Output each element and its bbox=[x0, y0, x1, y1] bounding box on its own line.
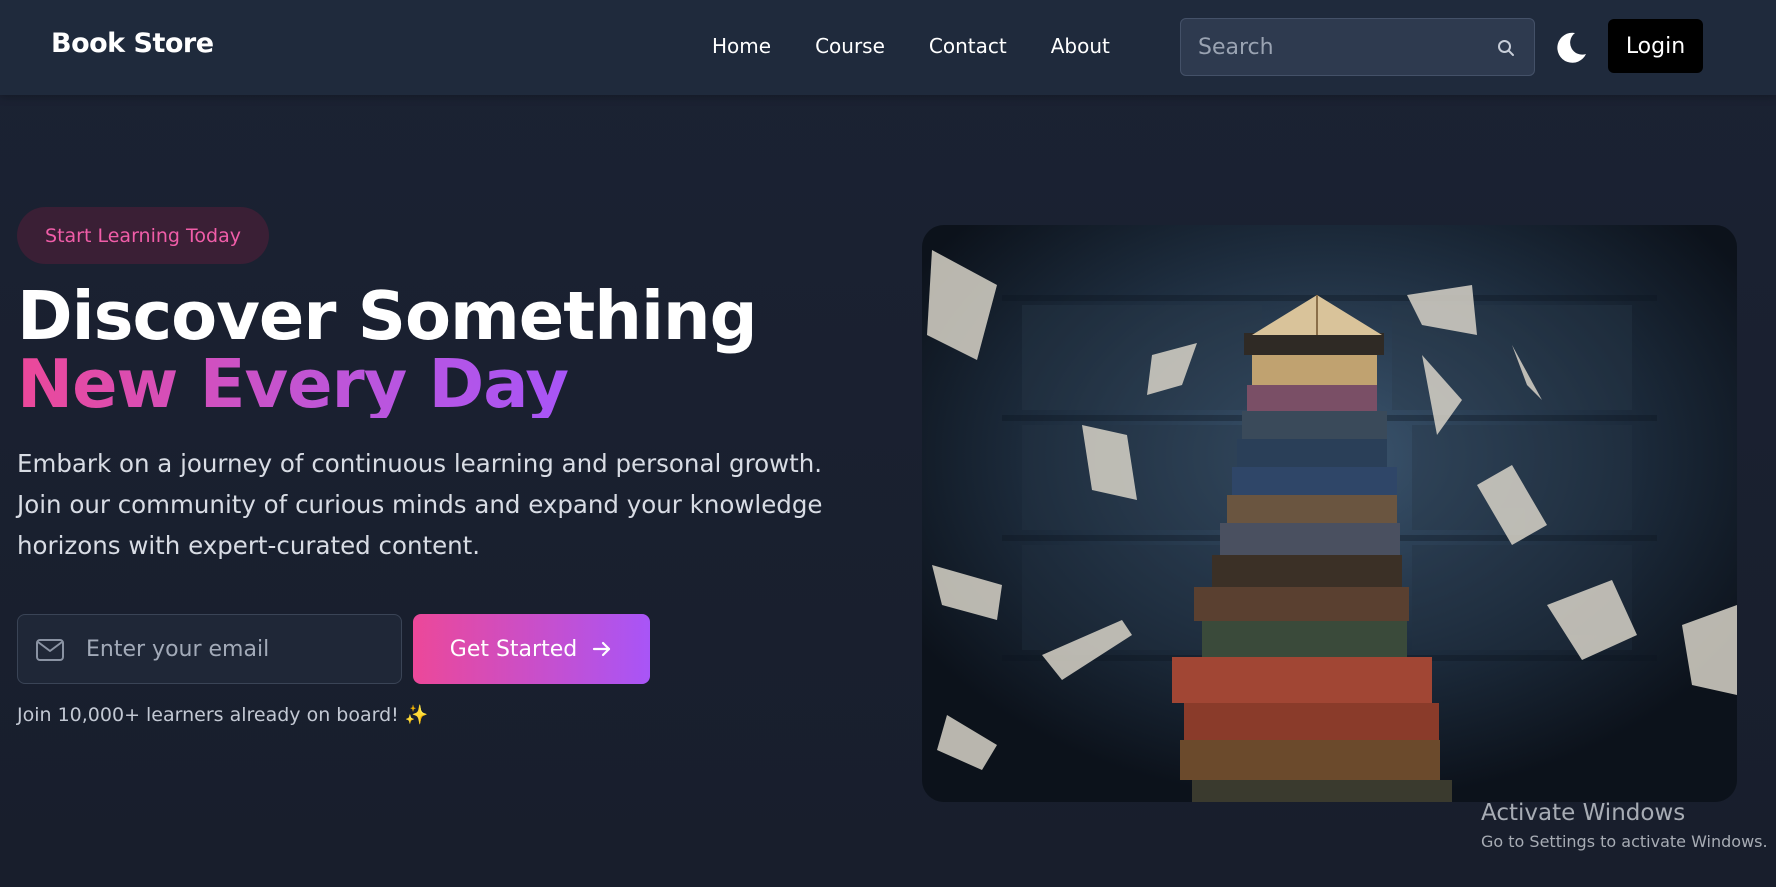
nav-link-contact[interactable]: Contact bbox=[929, 34, 1007, 58]
hero-description: Embark on a journey of continuous learni… bbox=[17, 449, 823, 560]
brand-logo[interactable]: Book Store bbox=[51, 28, 214, 59]
navbar: Book Store Home Course Contact About Log… bbox=[0, 0, 1776, 95]
headline-line-2: New Every Day bbox=[17, 345, 569, 423]
social-proof: Join 10,000+ learners already on board! … bbox=[17, 703, 429, 726]
mail-icon bbox=[36, 639, 64, 661]
arrow-right-icon bbox=[593, 641, 611, 657]
nav-link-home[interactable]: Home bbox=[712, 34, 771, 58]
hero-headline: Discover Something New Every Day bbox=[17, 277, 758, 423]
get-started-button[interactable]: Get Started bbox=[413, 614, 650, 684]
nav-link-about[interactable]: About bbox=[1051, 34, 1110, 58]
watermark-title: Activate Windows bbox=[1481, 800, 1686, 826]
watermark-subtitle: Go to Settings to activate Windows. bbox=[1481, 832, 1768, 851]
book-stack-illustration bbox=[922, 225, 1737, 802]
email-input[interactable] bbox=[86, 615, 386, 683]
get-started-label: Get Started bbox=[449, 636, 578, 662]
activation-watermark: Activate Windows Go to Settings to activ… bbox=[1481, 800, 1768, 851]
search-input[interactable] bbox=[1198, 19, 1488, 75]
email-field bbox=[17, 614, 402, 684]
hero-badge: Start Learning Today bbox=[17, 207, 269, 264]
nav-link-course[interactable]: Course bbox=[815, 34, 885, 58]
login-button[interactable]: Login bbox=[1608, 19, 1703, 73]
search-icon[interactable] bbox=[1496, 38, 1516, 58]
social-proof-text: Join 10,000+ learners already on board! bbox=[17, 704, 399, 726]
nav-links: Home Course Contact About bbox=[712, 34, 1154, 58]
headline-line-1: Discover Something bbox=[17, 277, 758, 355]
hero-image bbox=[922, 225, 1737, 802]
page: Book Store Home Course Contact About Log… bbox=[0, 0, 1776, 887]
moon-icon[interactable] bbox=[1553, 30, 1589, 66]
search-box bbox=[1180, 18, 1535, 76]
sparkle-icon: ✨ bbox=[404, 704, 429, 726]
